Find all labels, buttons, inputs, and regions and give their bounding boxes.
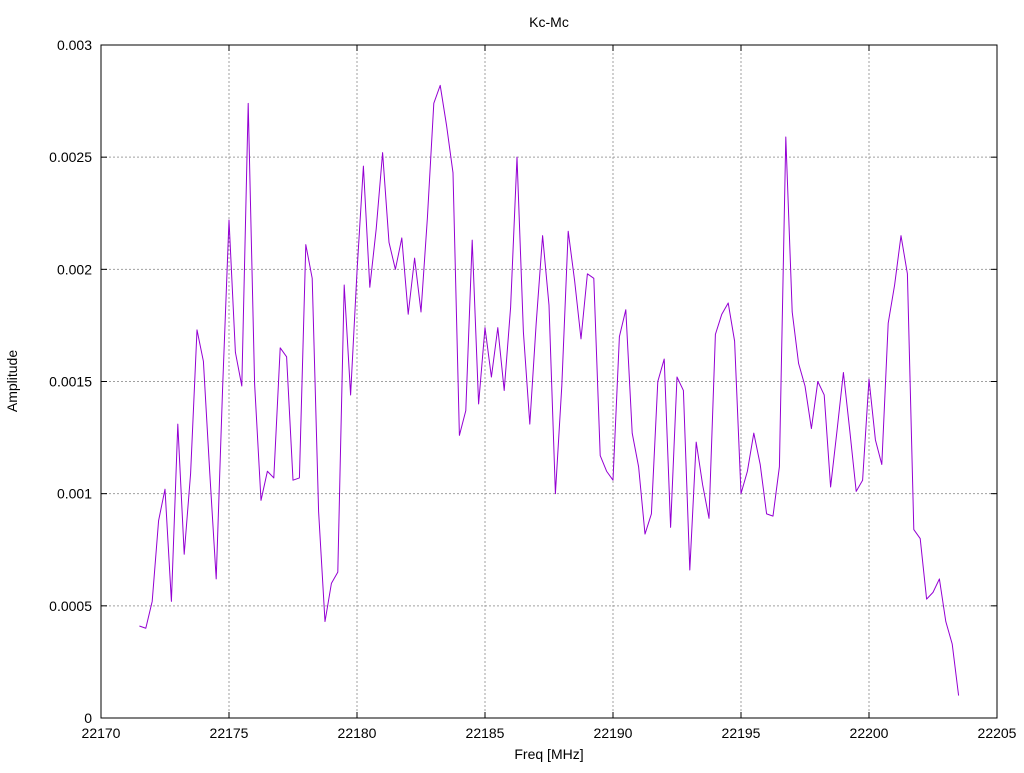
x-tick-label: 22200 <box>850 725 889 741</box>
x-tick-label: 22190 <box>594 725 633 741</box>
chart-container: 22170 22175 22180 22185 22190 22195 22200 22205… <box>0 0 1024 768</box>
chart-title: Kc-Mc <box>529 14 569 30</box>
x-tick-label: 22205 <box>978 725 1017 741</box>
x-tick-label: 22175 <box>210 725 249 741</box>
x-axis-label: Freq [MHz] <box>514 746 583 762</box>
y-axis-label: Amplitude <box>4 350 20 412</box>
y-tick-label: 0.0005 <box>49 598 92 614</box>
y-tick-label: 0.0015 <box>49 374 92 390</box>
y-tick-label: 0.0025 <box>49 149 92 165</box>
line-chart: 22170 22175 22180 22185 22190 22195 22200 22205… <box>4 14 1017 762</box>
y-tick-label: 0 <box>84 710 92 726</box>
series-line <box>139 84 960 696</box>
grid-lines <box>101 45 997 718</box>
y-tick-label: 0.003 <box>57 37 92 53</box>
y-tick-labels: 0 0.0005 0.001 0.0015 0.002 0.0025 0.003 <box>49 37 92 726</box>
x-tick-label: 22195 <box>722 725 761 741</box>
y-tick-label: 0.001 <box>57 486 92 502</box>
x-tick-label: 22180 <box>338 725 377 741</box>
y-tick-label: 0.002 <box>57 261 92 277</box>
series-layer <box>139 84 960 696</box>
x-tick-label: 22185 <box>466 725 505 741</box>
x-tick-labels: 22170 22175 22180 22185 22190 22195 22200 22205 <box>82 725 1017 741</box>
x-tick-label: 22170 <box>82 725 121 741</box>
